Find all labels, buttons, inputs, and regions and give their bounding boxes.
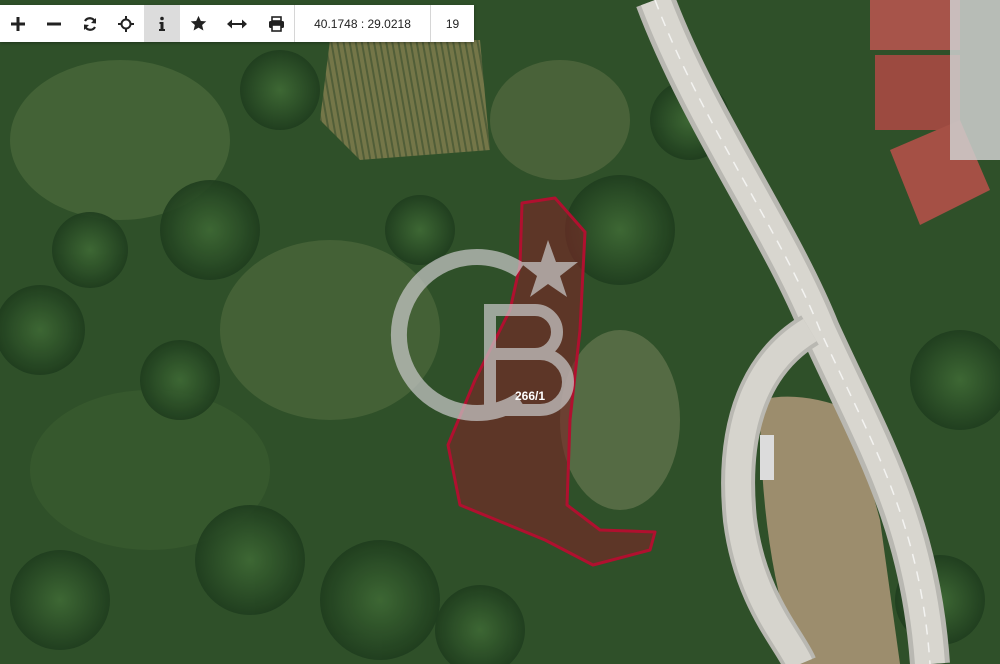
info-button[interactable] (144, 5, 180, 42)
map-toolbar: 40.1748 : 29.0218 19 (0, 5, 474, 42)
measure-button[interactable] (216, 5, 258, 42)
print-button[interactable] (258, 5, 294, 42)
printer-icon (268, 15, 284, 32)
star-icon (190, 15, 206, 31)
coordinates-display: 40.1748 : 29.0218 (294, 5, 430, 42)
favorite-button[interactable] (180, 5, 216, 42)
plus-icon (11, 16, 25, 31)
parcel-label: 266/1 (515, 389, 545, 403)
refresh-button[interactable] (72, 5, 108, 42)
arrows-horizontal-icon (227, 19, 247, 28)
crosshair-icon (118, 15, 134, 32)
minus-icon (47, 22, 61, 25)
zoom-level-display: 19 (430, 5, 474, 42)
locate-button[interactable] (108, 5, 144, 42)
zoom-out-button[interactable] (36, 5, 72, 42)
info-icon (159, 16, 165, 31)
refresh-icon (83, 16, 97, 31)
satellite-map[interactable]: 266/1 (0, 0, 1000, 664)
zoom-in-button[interactable] (0, 5, 36, 42)
